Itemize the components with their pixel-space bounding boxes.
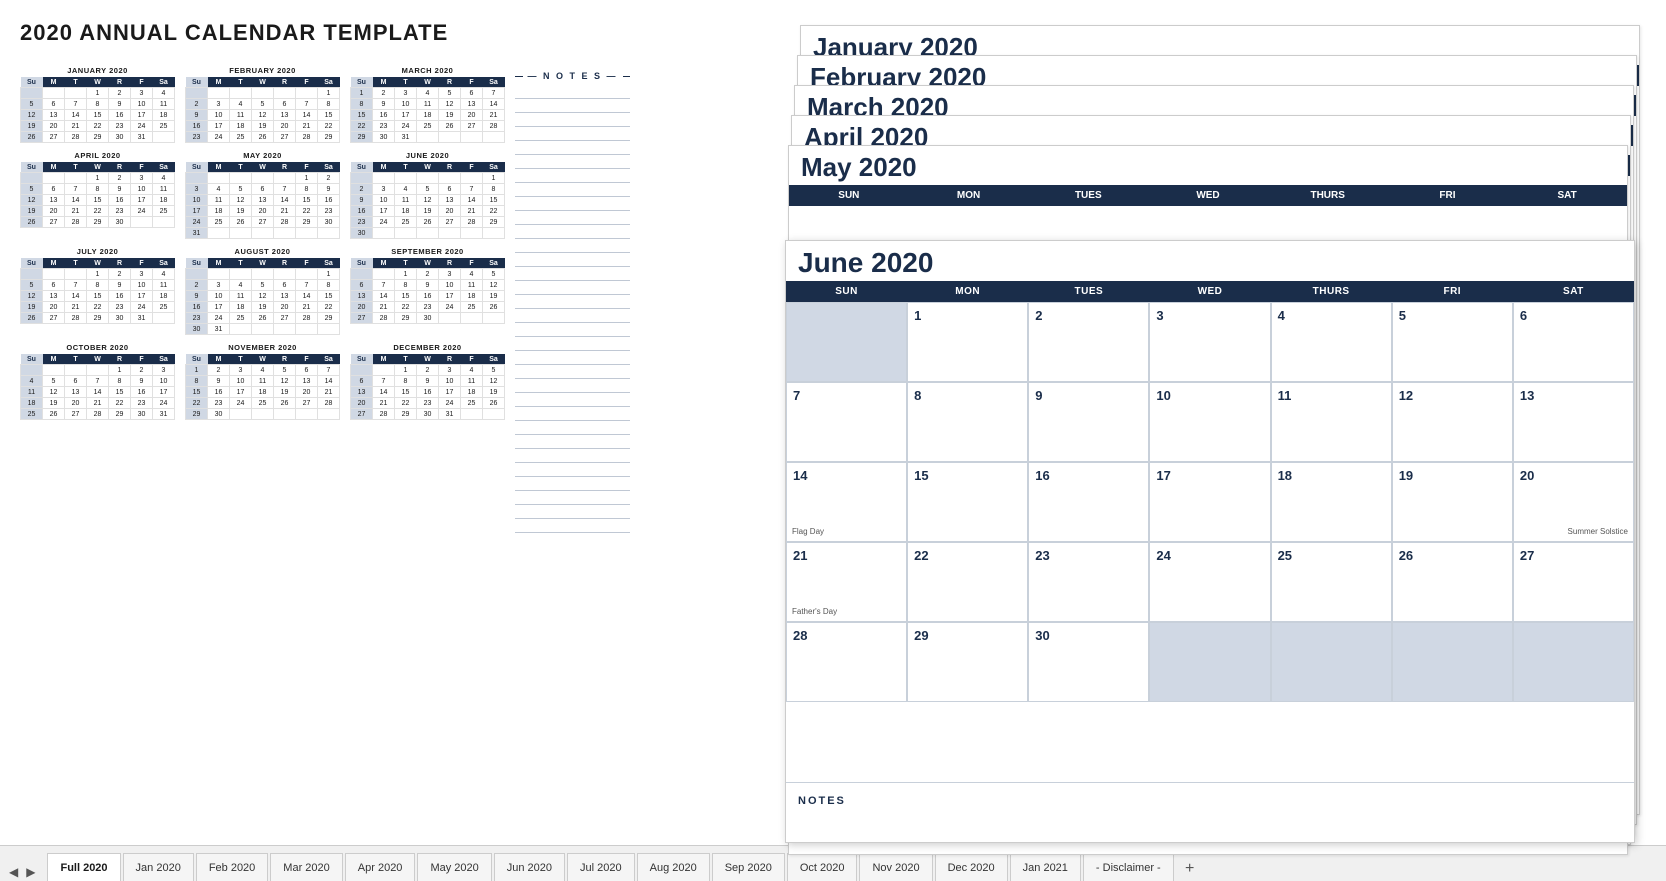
- june-day-12: 12: [1392, 382, 1513, 462]
- june-day-26: 26: [1392, 542, 1513, 622]
- june-header: SUN MON TUES WED THURS FRI SAT: [786, 281, 1634, 302]
- mini-cal-august2020: AUGUST 2020SuMTWRFSa12345678910111213141…: [185, 247, 340, 335]
- june-day-30: 30: [1028, 622, 1149, 702]
- june-day-11: 11: [1271, 382, 1392, 462]
- tab-full-2020[interactable]: Full 2020: [47, 853, 120, 881]
- tab-jan-2020[interactable]: Jan 2020: [123, 853, 194, 881]
- june-day-empty-5: [1513, 622, 1634, 702]
- tab-prev-arrow[interactable]: ◀: [5, 863, 22, 881]
- tab---disclaimer--[interactable]: - Disclaimer -: [1083, 853, 1174, 881]
- mini-cal-february2020: FEBRUARY 2020SuMTWRFSa123456789101112131…: [185, 66, 340, 143]
- june-day-2: 2: [1028, 302, 1149, 382]
- june-day-28: 28: [786, 622, 907, 702]
- summer-solstice-event: Summer Solstice: [1568, 527, 1628, 536]
- annual-title: 2020 ANNUAL CALENDAR TEMPLATE: [20, 20, 665, 46]
- tab-sep-2020[interactable]: Sep 2020: [712, 853, 785, 881]
- tab-nav-arrows: ◀ ▶: [5, 863, 39, 881]
- stacked-calendars: January 2020 SUN MON TUES WED THURS FRI …: [685, 10, 1651, 830]
- tab-aug-2020[interactable]: Aug 2020: [637, 853, 710, 881]
- june-day-10: 10: [1149, 382, 1270, 462]
- june-day-empty-3: [1271, 622, 1392, 702]
- june-day-empty-2: [1149, 622, 1270, 702]
- june-day-25: 25: [1271, 542, 1392, 622]
- june-day-22: 22: [907, 542, 1028, 622]
- june-day-23: 23: [1028, 542, 1149, 622]
- tab-feb-2020[interactable]: Feb 2020: [196, 853, 268, 881]
- june-day-21: 21Father's Day: [786, 542, 907, 622]
- mini-cal-september2020: SEPTEMBER 2020SuMTWRFSa12345678910111213…: [350, 247, 505, 335]
- add-tab-button[interactable]: +: [1178, 857, 1202, 881]
- june-day-8: 8: [907, 382, 1028, 462]
- notes-section: — N O T E S —: [515, 71, 630, 533]
- tab-dec-2020[interactable]: Dec 2020: [935, 853, 1008, 881]
- june-day-17: 17: [1149, 462, 1270, 542]
- june-calendar: June 2020 SUN MON TUES WED THURS FRI SAT…: [785, 240, 1635, 843]
- mini-cal-october2020: OCTOBER 2020SuMTWRFSa1234567891011121314…: [20, 343, 175, 420]
- mini-cal-april2020: APRIL 2020SuMTWRFSa123456789101112131415…: [20, 151, 175, 239]
- mini-cal-june2020: JUNE 2020SuMTWRFSa1234567891011121314151…: [350, 151, 505, 239]
- tab-jan-2021[interactable]: Jan 2021: [1010, 853, 1081, 881]
- tab-may-2020[interactable]: May 2020: [417, 853, 491, 881]
- june-day-4: 4: [1271, 302, 1392, 382]
- june-day-24: 24: [1149, 542, 1270, 622]
- june-day-18: 18: [1271, 462, 1392, 542]
- tab-nov-2020[interactable]: Nov 2020: [859, 853, 932, 881]
- mini-cal-november2020: NOVEMBER 2020SuMTWRFSa123456789101112131…: [185, 343, 340, 420]
- mini-cal-july2020: JULY 2020SuMTWRFSa1234567891011121314151…: [20, 247, 175, 335]
- june-day-5: 5: [1392, 302, 1513, 382]
- right-panel: January 2020 SUN MON TUES WED THURS FRI …: [680, 0, 1666, 845]
- june-day-empty-4: [1392, 622, 1513, 702]
- june-notes: NOTES: [786, 782, 1634, 842]
- june-day-13: 13: [1513, 382, 1634, 462]
- june-day-9: 9: [1028, 382, 1149, 462]
- june-day-7: 7: [786, 382, 907, 462]
- june-day-15: 15: [907, 462, 1028, 542]
- tab-mar-2020[interactable]: Mar 2020: [270, 853, 342, 881]
- june-day-27: 27: [1513, 542, 1634, 622]
- mini-cal-january2020: JANUARY 2020SuMTWRFSa1234567891011121314…: [20, 66, 175, 143]
- tab-jul-2020[interactable]: Jul 2020: [567, 853, 635, 881]
- june-day-6: 6: [1513, 302, 1634, 382]
- tab-apr-2020[interactable]: Apr 2020: [345, 853, 416, 881]
- june-day-16: 16: [1028, 462, 1149, 542]
- june-day-empty-1: [786, 302, 907, 382]
- mini-cal-may2020: MAY 2020SuMTWRFSa12345678910111213141516…: [185, 151, 340, 239]
- main-area: 2020 ANNUAL CALENDAR TEMPLATE JANUARY 20…: [0, 0, 1666, 845]
- june-title: June 2020: [798, 247, 1622, 279]
- mini-cal-december2020: DECEMBER 2020SuMTWRFSa123456789101112131…: [350, 343, 505, 420]
- june-body: 1 2 3 4 5 6 7 8 9 10 11 12 13 14Flag Day: [786, 302, 1634, 782]
- june-day-19: 19: [1392, 462, 1513, 542]
- fathers-day-event: Father's Day: [792, 607, 837, 616]
- june-day-20: 20Summer Solstice: [1513, 462, 1634, 542]
- june-notes-label: NOTES: [798, 795, 846, 807]
- tab-oct-2020[interactable]: Oct 2020: [787, 853, 858, 881]
- june-day-14: 14Flag Day: [786, 462, 907, 542]
- tab-next-arrow[interactable]: ▶: [22, 863, 39, 881]
- mini-cal-march2020: MARCH 2020SuMTWRFSa123456789101112131415…: [350, 66, 505, 143]
- left-panel: 2020 ANNUAL CALENDAR TEMPLATE JANUARY 20…: [0, 0, 680, 845]
- flag-day-event: Flag Day: [792, 527, 824, 536]
- june-day-3: 3: [1149, 302, 1270, 382]
- june-day-1: 1: [907, 302, 1028, 382]
- tab-jun-2020[interactable]: Jun 2020: [494, 853, 565, 881]
- june-day-29: 29: [907, 622, 1028, 702]
